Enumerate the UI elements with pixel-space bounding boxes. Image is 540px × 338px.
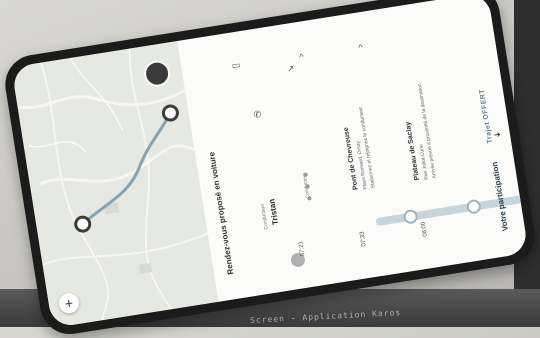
panel-title: Rendez-vous proposé en voiture [207, 151, 236, 276]
phone-wrapper: + Rendez-vous proposé en voiture Conduct… [1, 0, 539, 338]
departure-time: 07:21 [298, 240, 307, 257]
trip-details-panel: Rendez-vous proposé en voiture Conducteu… [177, 0, 529, 302]
progress-dot [307, 196, 312, 201]
driver-name: Tristan [267, 198, 281, 226]
stop-time: 08:00 [420, 221, 429, 238]
phone-screen: + Rendez-vous proposé en voiture Conduct… [11, 0, 529, 329]
end-pin [161, 104, 179, 122]
start-pin [74, 215, 92, 233]
chat-icon[interactable]: ▭ [231, 60, 241, 72]
stop-dot [465, 198, 482, 215]
arrow-right-icon[interactable]: ➔ [493, 130, 501, 140]
phone-icon[interactable]: ✆ [253, 109, 262, 121]
route-line [81, 112, 172, 226]
phone-frame: + Rendez-vous proposé en voiture Conduct… [1, 0, 539, 338]
free-trip-link[interactable]: Trajet OFFERT [479, 88, 495, 144]
share-icon[interactable]: ↗ [286, 63, 295, 75]
expand-icon[interactable]: ^ [358, 42, 364, 53]
expand-icon[interactable]: ^ [298, 52, 304, 63]
stop-dot [402, 208, 419, 225]
stop-time: 07:33 [359, 230, 368, 247]
screen-caption: Screen - Application Karos [249, 308, 402, 325]
